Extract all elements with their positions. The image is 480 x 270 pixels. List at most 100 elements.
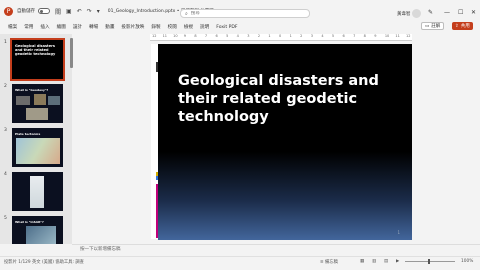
slide-number: 1 [397, 230, 400, 235]
thumbnail-image [34, 94, 46, 105]
thumbnail-number: 2 [4, 84, 7, 89]
ruler-tick-label: 2 [300, 34, 303, 38]
tab-view[interactable]: 檢視 [184, 24, 193, 30]
ruler-tick-label: 12 [406, 34, 411, 38]
ruler-tick-label: 9 [183, 34, 186, 38]
status-slide-info: 投影片 1/129 英文 (美國) 協助工具: 調查 [4, 260, 84, 265]
minimize-button[interactable]: — [444, 9, 450, 16]
thumbnail-number: 1 [4, 40, 7, 45]
thumbnail-number: 3 [4, 128, 7, 133]
notes-label: 備忘稿 [324, 260, 338, 265]
search-box[interactable]: ⌕ [180, 9, 310, 18]
avatar[interactable] [412, 9, 421, 18]
tab-design[interactable]: 設計 [73, 24, 82, 30]
comment-icon: ▭ [425, 23, 430, 29]
tab-file[interactable]: 檔案 [8, 24, 17, 30]
thumbnail-title: Plate tectonics [15, 132, 41, 136]
comments-label: 註解 [431, 24, 441, 29]
search-icon: ⌕ [185, 10, 188, 17]
user-name[interactable]: 黃韋智 [397, 11, 411, 17]
ruler-tick-label: 7 [204, 34, 208, 38]
autosave-toggle[interactable] [38, 8, 50, 14]
slideshow-icon[interactable]: ▶ [396, 259, 399, 264]
share-icon: ⇪ [455, 23, 459, 29]
save-icon[interactable]: ▣ [66, 8, 72, 15]
share-label: 共用 [460, 24, 470, 29]
thumbnail-title: Geological disasters and their related g… [15, 44, 56, 56]
tab-help[interactable]: 說明 [200, 24, 209, 30]
search-input[interactable] [190, 11, 291, 16]
ruler-tick-label: 8 [194, 34, 197, 38]
ruler-tick-label: 6 [215, 34, 218, 38]
thumbnail-title: What is "Geodesy"? [15, 88, 49, 92]
tab-review[interactable]: 校閱 [168, 24, 177, 30]
undo-icon[interactable]: ↶ [77, 8, 82, 15]
tab-insert[interactable]: 插入 [40, 24, 49, 30]
zoom-level[interactable]: 100% [461, 259, 473, 264]
notes-pane[interactable] [72, 244, 480, 254]
notes-button[interactable]: ≡ 備忘稿 [320, 259, 338, 265]
ruler-tick-label: 3 [310, 34, 313, 38]
thumbnails-scrollbar[interactable] [70, 38, 73, 68]
customize-toolbar-icon[interactable]: ▾ [97, 8, 100, 15]
ribbon-tabs: 檔案 常用 插入 繪圖 設計 轉場 動畫 投影片放映 錄製 校閱 檢視 說明 F… [0, 22, 480, 32]
ruler-tick-label: 1 [289, 34, 292, 38]
comments-button[interactable]: ▭ 註解 [421, 22, 445, 30]
tab-transitions[interactable]: 轉場 [89, 24, 98, 30]
tab-record[interactable]: 錄製 [151, 24, 160, 30]
ruler-tick-label: 8 [363, 34, 366, 38]
ruler-tick-label: 12 [152, 34, 157, 38]
close-button[interactable]: ✕ [471, 9, 476, 16]
thumbnail-image [48, 96, 60, 105]
ruler-tick-label: 11 [395, 34, 400, 38]
thumbnail-image [26, 108, 48, 120]
tab-draw[interactable]: 繪圖 [57, 24, 66, 30]
ruler-tick-label: 3 [247, 34, 250, 38]
ruler-tick-label: 2 [257, 34, 261, 38]
slide-title[interactable]: Geological disasters and their related g… [178, 72, 408, 126]
ruler-tick-label: 4 [236, 34, 239, 38]
ruler-tick-label: 9 [374, 34, 377, 38]
normal-view-icon[interactable]: ▦ [360, 259, 364, 264]
thumbnail-image [26, 226, 56, 244]
zoom-slider[interactable] [405, 259, 455, 264]
thumbnail-title: What is "InSAR"? [15, 220, 44, 224]
slide-thumbnail-4[interactable] [12, 172, 63, 211]
thumbnail-number: 5 [4, 216, 7, 221]
ruler-tick-label: 10 [173, 34, 178, 38]
slide-sorter-icon[interactable]: ▥ [372, 259, 376, 264]
tab-home[interactable]: 常用 [24, 24, 33, 30]
notes-placeholder[interactable]: 按一下以新增備忘稿 [80, 246, 121, 252]
slide-thumbnail-3[interactable]: Plate tectonics [12, 128, 63, 167]
pen-icon[interactable]: ✎ [428, 9, 433, 16]
ruler-tick-label: 11 [162, 34, 168, 38]
reading-view-icon[interactable]: ▤ [384, 259, 388, 264]
redo-icon[interactable]: ↷ [87, 8, 92, 15]
ruler-tick-label: 6 [342, 34, 345, 38]
slide-thumbnail-5[interactable]: What is "InSAR"? [12, 216, 63, 244]
tab-animations[interactable]: 動畫 [105, 24, 114, 30]
ruler-tick-label: 10 [384, 34, 390, 38]
ruler-tick-label: 1 [268, 34, 271, 38]
tab-foxit-pdf[interactable]: Foxit PDF [216, 25, 237, 30]
ruler-tick-label: 5 [226, 34, 229, 38]
thumbnail-map [16, 138, 60, 164]
ruler-tick-label: 4 [321, 34, 324, 38]
share-button[interactable]: ⇪ 共用 [452, 22, 473, 30]
horizontal-ruler: 12 11 10 9 8 7 6 5 4 3 2 1 0 1 2 3 4 5 6 7 8 9 10 11 12 [150, 34, 412, 41]
maximize-button[interactable]: ☐ [458, 9, 463, 16]
tab-slideshow[interactable]: 投影片放映 [121, 24, 144, 30]
slide-canvas[interactable]: Geological disasters and their related g… [158, 44, 412, 240]
powerpoint-logo-icon: P [4, 6, 13, 16]
ruler-tick-label: 5 [331, 34, 335, 38]
thumbnail-image [30, 176, 44, 208]
notes-icon: ≡ [320, 260, 324, 265]
ruler-tick-label: 0 [279, 34, 282, 38]
toggle-state-label: 關 [55, 8, 62, 16]
thumbnail-number: 4 [4, 172, 7, 177]
ruler-tick-label: 7 [353, 34, 356, 38]
autosave-label: 自動儲存 [17, 9, 35, 14]
thumbnail-image [16, 96, 30, 105]
slide-thumbnail-2[interactable]: What is "Geodesy"? [12, 84, 63, 123]
slide-thumbnail-1[interactable]: Geological disasters and their related g… [10, 38, 65, 81]
